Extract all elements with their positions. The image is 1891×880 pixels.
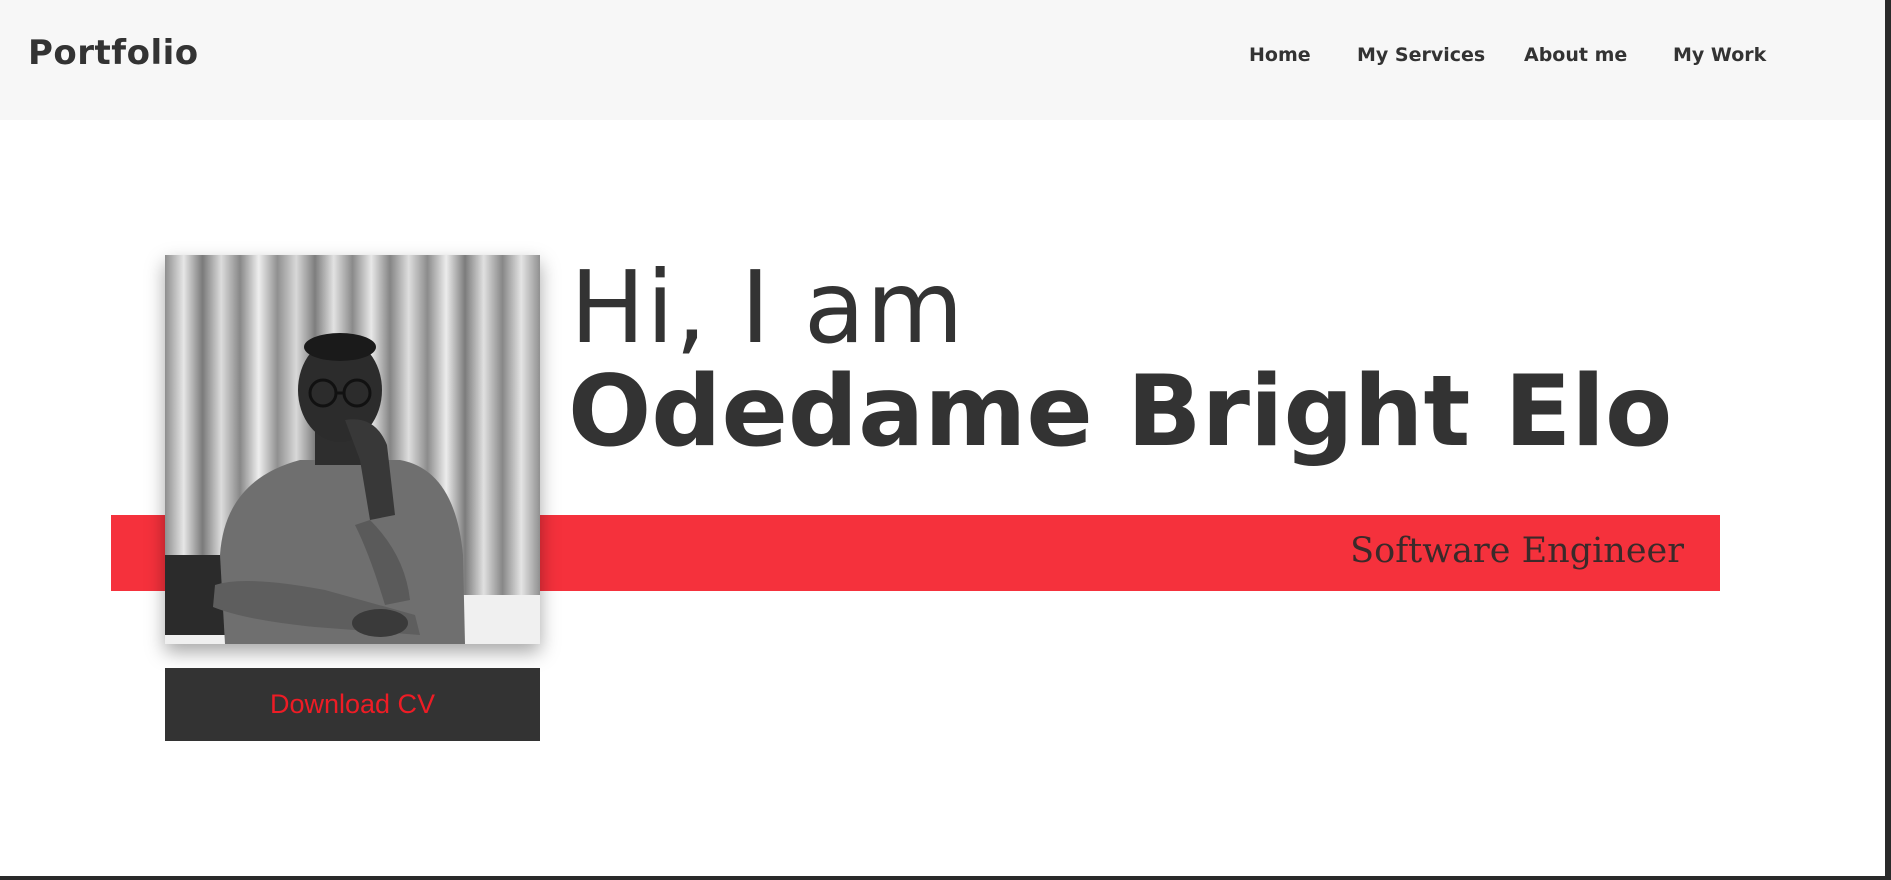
nav-about-link[interactable]: About me bbox=[1524, 46, 1627, 65]
greeting-text: Hi, I am bbox=[570, 249, 965, 366]
window-scrollbar[interactable] bbox=[1885, 0, 1891, 880]
nav-services-link[interactable]: My Services bbox=[1357, 46, 1485, 65]
window-bottom-edge bbox=[0, 876, 1891, 880]
profile-photo bbox=[165, 255, 540, 644]
role-title: Software Engineer bbox=[1350, 531, 1684, 571]
page: Portfolio Home My Services About me My W… bbox=[0, 0, 1891, 880]
nav-home-link[interactable]: Home bbox=[1249, 46, 1311, 65]
brand-logo[interactable]: Portfolio bbox=[28, 36, 199, 70]
download-cv-button[interactable]: Download CV bbox=[165, 668, 540, 741]
nav-work-link[interactable]: My Work bbox=[1673, 46, 1766, 65]
site-header: Portfolio Home My Services About me My W… bbox=[0, 0, 1891, 120]
portrait-image bbox=[165, 255, 540, 644]
hero-name: Odedame Bright Elo bbox=[568, 355, 1673, 469]
